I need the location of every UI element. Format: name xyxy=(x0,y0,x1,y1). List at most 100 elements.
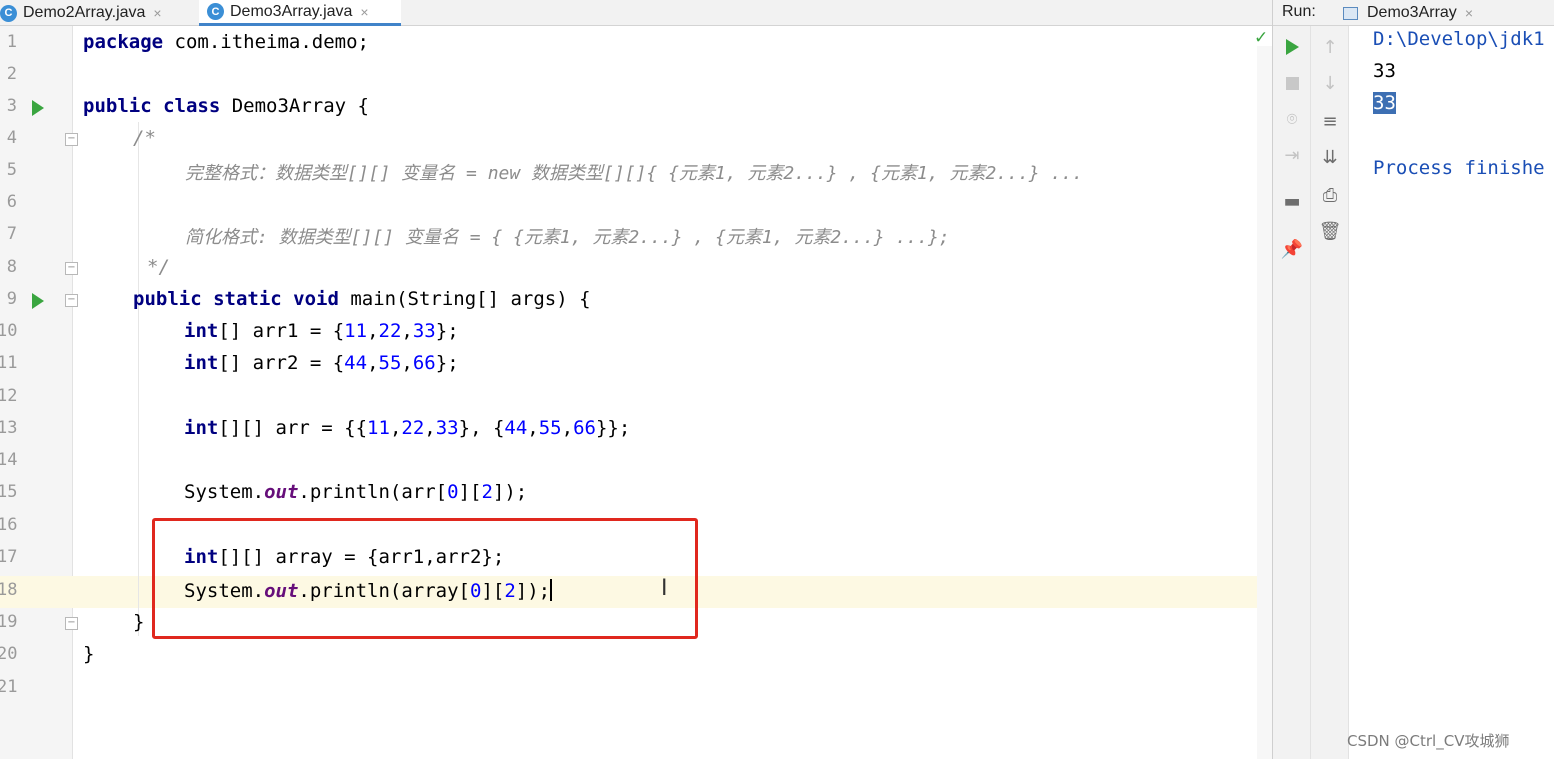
arrow-down-icon: ↓ xyxy=(1322,72,1338,94)
line-number: 12 xyxy=(0,386,18,406)
line-number: 18 xyxy=(0,580,18,600)
code-line: 5 完整格式：数据类型[][] 变量名 = new 数据类型[][]{ {元素1… xyxy=(0,156,1272,188)
java-path-text: D:\Develop\jdk1 xyxy=(1373,28,1545,50)
editor-tab-bar: C Demo2Array.java × C Demo3Array.java × xyxy=(0,0,1272,26)
code-line: 9 − public static void main(String[] arg… xyxy=(0,285,1272,317)
run-tool-window: Run: Demo3Array × ⌾ ⇥ ▬ 📌 ↑ ↓ ≡ ⇊ ⎙ 🗑 D:… xyxy=(1272,0,1554,759)
pin-tab-button[interactable]: 📌 xyxy=(1273,234,1311,264)
clear-button[interactable]: 🗑 xyxy=(1311,216,1349,246)
fold-icon[interactable]: − xyxy=(65,262,78,275)
line-number: 5 xyxy=(6,160,17,180)
print-button[interactable]: ⎙ xyxy=(1311,180,1349,210)
comment-text: */ xyxy=(147,256,170,278)
run-gutter-icon[interactable] xyxy=(32,100,44,116)
code-line: 8 − */ xyxy=(0,253,1272,285)
code-line: 15 System.out.println(arr[0][2]); xyxy=(0,478,1272,510)
run-tab-label: Demo3Array xyxy=(1367,4,1457,21)
code-text: package com.itheima.demo; xyxy=(83,31,369,53)
tab-demo2array[interactable]: C Demo2Array.java × xyxy=(0,0,190,26)
code-line: 11 int[] arr2 = {44,55,66}; xyxy=(0,349,1272,381)
fold-icon[interactable]: − xyxy=(65,617,78,630)
line-number: 3 xyxy=(6,96,17,116)
line-number: 21 xyxy=(0,677,18,697)
stop-button[interactable] xyxy=(1273,68,1311,98)
exit-button[interactable]: ⇥ xyxy=(1273,140,1311,170)
code-editor[interactable]: 1 package com.itheima.demo; 2 3 public c… xyxy=(0,26,1272,759)
checkmark-icon: ✓ xyxy=(1254,28,1269,48)
fold-icon[interactable]: − xyxy=(65,133,78,146)
output-text: 33 xyxy=(1373,60,1396,82)
close-icon[interactable]: × xyxy=(360,4,368,20)
tab-demo3array[interactable]: C Demo3Array.java × xyxy=(199,0,401,26)
line-number: 15 xyxy=(0,482,18,502)
down-button[interactable]: ↓ xyxy=(1311,68,1349,98)
code-line: 4 − /* xyxy=(0,124,1272,156)
tab-label: Demo3Array.java xyxy=(230,2,353,20)
code-line: 10 int[] arr1 = {11,22,33}; xyxy=(0,317,1272,349)
code-line: 2 xyxy=(0,60,1272,92)
console-line: 33 xyxy=(1373,60,1396,92)
watermark: CSDN @Ctrl_CV攻城狮 xyxy=(1347,732,1510,750)
comment-text: /* xyxy=(133,127,156,149)
exit-icon: ⇥ xyxy=(1284,144,1300,166)
comment-text: 简化格式: 数据类型[][] 变量名 = { {元素1, 元素2...} , {… xyxy=(185,227,950,248)
editor-scrollbar[interactable] xyxy=(1257,46,1272,759)
comment-text: 完整格式：数据类型[][] 变量名 = new 数据类型[][]{ {元素1, … xyxy=(185,163,1083,184)
layout-button[interactable]: ▬ xyxy=(1273,186,1311,216)
layout-icon: ▬ xyxy=(1283,190,1301,212)
line-number: 16 xyxy=(0,515,18,535)
line-number: 14 xyxy=(0,450,18,470)
code-text: } xyxy=(83,643,95,665)
code-line: 12 xyxy=(0,382,1272,414)
code-text: public static void main(String[] args) { xyxy=(133,288,591,310)
run-toolbar-left: ⌾ ⇥ ▬ 📌 xyxy=(1273,26,1311,759)
line-number: 7 xyxy=(6,224,17,244)
trash-icon: 🗑 xyxy=(1318,220,1342,242)
console-output[interactable]: D:\Develop\jdk1 33 33 Process finishe xyxy=(1373,26,1554,759)
soft-wrap-button[interactable]: ≡ xyxy=(1311,106,1349,136)
rerun-button[interactable] xyxy=(1273,32,1311,62)
run-header: Run: Demo3Array × xyxy=(1273,0,1554,26)
scroll-to-end-button[interactable]: ⇊ xyxy=(1311,142,1349,172)
java-class-icon: C xyxy=(0,4,17,22)
line-number: 1 xyxy=(6,32,17,52)
line-number: 6 xyxy=(6,192,17,212)
code-text: System.out.println(arr[0][2]); xyxy=(184,481,528,503)
pin-icon: 📌 xyxy=(1280,238,1304,260)
code-line: 20 } xyxy=(0,640,1272,672)
run-tab-demo3array[interactable]: Demo3Array × xyxy=(1343,0,1473,26)
java-class-icon: C xyxy=(207,3,224,20)
line-number: 4 xyxy=(6,128,17,148)
fold-icon[interactable]: − xyxy=(65,294,78,307)
tab-label: Demo2Array.java xyxy=(23,4,146,21)
red-annotation-box xyxy=(152,518,698,639)
console-line: 33 xyxy=(1373,92,1396,124)
run-gutter-icon[interactable] xyxy=(32,293,44,309)
text-cursor-icon: I xyxy=(661,576,668,601)
console-icon xyxy=(1343,6,1358,20)
line-number: 13 xyxy=(0,418,18,438)
line-number: 2 xyxy=(6,64,17,84)
code-line: 3 public class Demo3Array { xyxy=(0,92,1272,124)
code-line: 13 int[][] arr = {{11,22,33}, {44,55,66}… xyxy=(0,414,1272,446)
scroll-end-icon: ⇊ xyxy=(1322,146,1338,168)
close-icon[interactable]: × xyxy=(1465,5,1473,21)
arrow-up-icon: ↑ xyxy=(1322,36,1338,58)
line-number: 19 xyxy=(0,612,18,632)
code-line: 7 简化格式: 数据类型[][] 变量名 = { {元素1, 元素2...} ,… xyxy=(0,220,1272,252)
line-number: 9 xyxy=(6,289,17,309)
camera-icon: ⌾ xyxy=(1286,108,1298,130)
console-line: Process finishe xyxy=(1373,157,1545,189)
printer-icon: ⎙ xyxy=(1322,184,1338,206)
code-line: 14 xyxy=(0,446,1272,478)
code-line: 1 package com.itheima.demo; xyxy=(0,28,1272,60)
code-text: int[][] arr = {{11,22,33}, {44,55,66}}; xyxy=(184,417,631,439)
up-button[interactable]: ↑ xyxy=(1311,32,1349,62)
line-number: 10 xyxy=(0,321,18,341)
line-number: 11 xyxy=(0,353,18,373)
line-number: 20 xyxy=(0,644,18,664)
code-text: } xyxy=(133,611,145,633)
close-icon[interactable]: × xyxy=(153,5,161,21)
dump-threads-button[interactable]: ⌾ xyxy=(1273,104,1311,134)
run-label: Run: xyxy=(1282,3,1316,20)
